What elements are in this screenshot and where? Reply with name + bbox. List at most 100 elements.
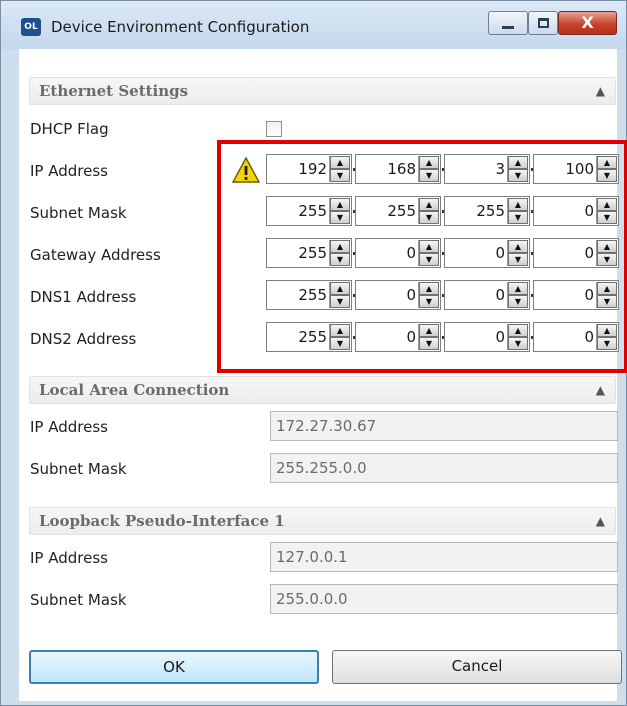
- spin-up-icon[interactable]: ▲: [597, 240, 617, 253]
- spinner: ▲ ▼: [418, 282, 439, 308]
- spin-down-icon[interactable]: ▼: [419, 337, 439, 350]
- spin-down-icon[interactable]: ▼: [330, 295, 350, 308]
- spinner: ▲ ▼: [418, 324, 439, 350]
- chevron-up-icon[interactable]: ▲: [596, 514, 605, 528]
- spin-up-icon[interactable]: ▲: [419, 156, 439, 169]
- dns2-octet-2[interactable]: 0 ▲ ▼: [355, 322, 441, 352]
- dns1-octet-3[interactable]: 0 ▲ ▼: [444, 280, 530, 310]
- spin-down-icon[interactable]: ▼: [330, 211, 350, 224]
- dns1-octet-4[interactable]: 0 ▲ ▼: [533, 280, 619, 310]
- spin-down-icon[interactable]: ▼: [508, 295, 528, 308]
- close-button[interactable]: X: [558, 11, 617, 35]
- spin-up-icon[interactable]: ▲: [508, 240, 528, 253]
- spinner: ▲ ▼: [329, 282, 350, 308]
- spin-up-icon[interactable]: ▲: [330, 282, 350, 295]
- ip-address-input: 192 ▲ ▼ 168 ▲ ▼ 3 ▲ ▼ 100 ▲ ▼: [266, 154, 619, 184]
- chevron-up-icon[interactable]: ▲: [596, 84, 605, 98]
- spin-down-icon[interactable]: ▼: [419, 211, 439, 224]
- spin-up-icon[interactable]: ▲: [597, 156, 617, 169]
- gateway-octet-3[interactable]: 0 ▲ ▼: [444, 238, 530, 268]
- octet-value: 192: [298, 160, 327, 178]
- dhcp-flag-checkbox[interactable]: [266, 121, 282, 137]
- subnet-octet-4[interactable]: 0 ▲ ▼: [533, 196, 619, 226]
- dns1-address-input: 255 ▲ ▼ 0 ▲ ▼ 0 ▲ ▼ 0 ▲ ▼: [266, 280, 619, 310]
- subnet-octet-2[interactable]: 255 ▲ ▼: [355, 196, 441, 226]
- octet-value: 0: [495, 286, 505, 304]
- spin-up-icon[interactable]: ▲: [597, 198, 617, 211]
- spin-down-icon[interactable]: ▼: [597, 211, 617, 224]
- lan-section-header[interactable]: Local Area Connection ▲: [29, 376, 616, 404]
- ip-octet-1[interactable]: 192 ▲ ▼: [266, 154, 352, 184]
- spin-up-icon[interactable]: ▲: [419, 240, 439, 253]
- ip-address-label: IP Address: [30, 162, 108, 180]
- spin-down-icon[interactable]: ▼: [508, 253, 528, 266]
- dns1-octet-2[interactable]: 0 ▲ ▼: [355, 280, 441, 310]
- chevron-up-icon[interactable]: ▲: [596, 383, 605, 397]
- loopback-section-title: Loopback Pseudo-Interface 1: [39, 512, 285, 530]
- warning-icon: [231, 156, 261, 183]
- ip-octet-2[interactable]: 168 ▲ ▼: [355, 154, 441, 184]
- spin-up-icon[interactable]: ▲: [597, 324, 617, 337]
- ip-octet-4[interactable]: 100 ▲ ▼: [533, 154, 619, 184]
- subnet-octet-1[interactable]: 255 ▲ ▼: [266, 196, 352, 226]
- dns1-octet-1[interactable]: 255 ▲ ▼: [266, 280, 352, 310]
- spin-up-icon[interactable]: ▲: [419, 324, 439, 337]
- spin-up-icon[interactable]: ▲: [330, 324, 350, 337]
- dns2-octet-3[interactable]: 0 ▲ ▼: [444, 322, 530, 352]
- spin-down-icon[interactable]: ▼: [508, 211, 528, 224]
- spin-down-icon[interactable]: ▼: [330, 337, 350, 350]
- spin-up-icon[interactable]: ▲: [330, 240, 350, 253]
- octet-value: 0: [584, 328, 594, 346]
- gateway-octet-4[interactable]: 0 ▲ ▼: [533, 238, 619, 268]
- spin-down-icon[interactable]: ▼: [419, 295, 439, 308]
- octet-value: 255: [387, 202, 416, 220]
- loopback-ip-address-field: 127.0.0.1: [270, 542, 618, 572]
- dns2-octet-1[interactable]: 255 ▲ ▼: [266, 322, 352, 352]
- gateway-octet-1[interactable]: 255 ▲ ▼: [266, 238, 352, 268]
- loopback-section-header[interactable]: Loopback Pseudo-Interface 1 ▲: [29, 507, 616, 535]
- spin-down-icon[interactable]: ▼: [597, 337, 617, 350]
- octet-value: 0: [584, 244, 594, 262]
- cancel-button[interactable]: Cancel: [332, 650, 622, 684]
- spin-down-icon[interactable]: ▼: [597, 169, 617, 182]
- subnet-octet-3[interactable]: 255 ▲ ▼: [444, 196, 530, 226]
- spin-down-icon[interactable]: ▼: [597, 295, 617, 308]
- ethernet-section-header[interactable]: Ethernet Settings ▲: [29, 77, 616, 105]
- spin-up-icon[interactable]: ▲: [508, 156, 528, 169]
- spinner: ▲ ▼: [596, 198, 617, 224]
- dhcp-flag-label: DHCP Flag: [30, 120, 109, 138]
- lan-subnet-mask-label: Subnet Mask: [30, 460, 127, 478]
- spin-down-icon[interactable]: ▼: [330, 169, 350, 182]
- spin-up-icon[interactable]: ▲: [508, 198, 528, 211]
- spinner: ▲ ▼: [596, 156, 617, 182]
- spin-down-icon[interactable]: ▼: [597, 253, 617, 266]
- spin-up-icon[interactable]: ▲: [330, 156, 350, 169]
- spin-up-icon[interactable]: ▲: [330, 198, 350, 211]
- dns2-octet-4[interactable]: 0 ▲ ▼: [533, 322, 619, 352]
- maximize-button[interactable]: [528, 11, 558, 35]
- ip-octet-3[interactable]: 3 ▲ ▼: [444, 154, 530, 184]
- spin-down-icon[interactable]: ▼: [508, 337, 528, 350]
- minimize-button[interactable]: [488, 11, 528, 35]
- dns2-address-input: 255 ▲ ▼ 0 ▲ ▼ 0 ▲ ▼ 0 ▲ ▼: [266, 322, 619, 352]
- dialog-content: Ethernet Settings ▲ DHCP Flag IP Address…: [19, 49, 627, 701]
- spin-down-icon[interactable]: ▼: [330, 253, 350, 266]
- spin-up-icon[interactable]: ▲: [419, 198, 439, 211]
- spin-up-icon[interactable]: ▲: [419, 282, 439, 295]
- lan-ip-address-value: 172.27.30.67: [276, 417, 377, 435]
- spin-down-icon[interactable]: ▼: [419, 253, 439, 266]
- loopback-subnet-mask-field: 255.0.0.0: [270, 584, 618, 614]
- spin-down-icon[interactable]: ▼: [419, 169, 439, 182]
- octet-value: 0: [495, 328, 505, 346]
- spinner: ▲ ▼: [596, 240, 617, 266]
- gateway-octet-2[interactable]: 0 ▲ ▼: [355, 238, 441, 268]
- octet-value: 255: [298, 328, 327, 346]
- loopback-subnet-mask-label: Subnet Mask: [30, 591, 127, 609]
- spin-up-icon[interactable]: ▲: [508, 282, 528, 295]
- ok-button[interactable]: OK: [29, 650, 319, 684]
- spin-up-icon[interactable]: ▲: [597, 282, 617, 295]
- spin-down-icon[interactable]: ▼: [508, 169, 528, 182]
- title-bar[interactable]: OL Device Environment Configuration X: [1, 1, 626, 49]
- window-title: Device Environment Configuration: [51, 18, 310, 36]
- spin-up-icon[interactable]: ▲: [508, 324, 528, 337]
